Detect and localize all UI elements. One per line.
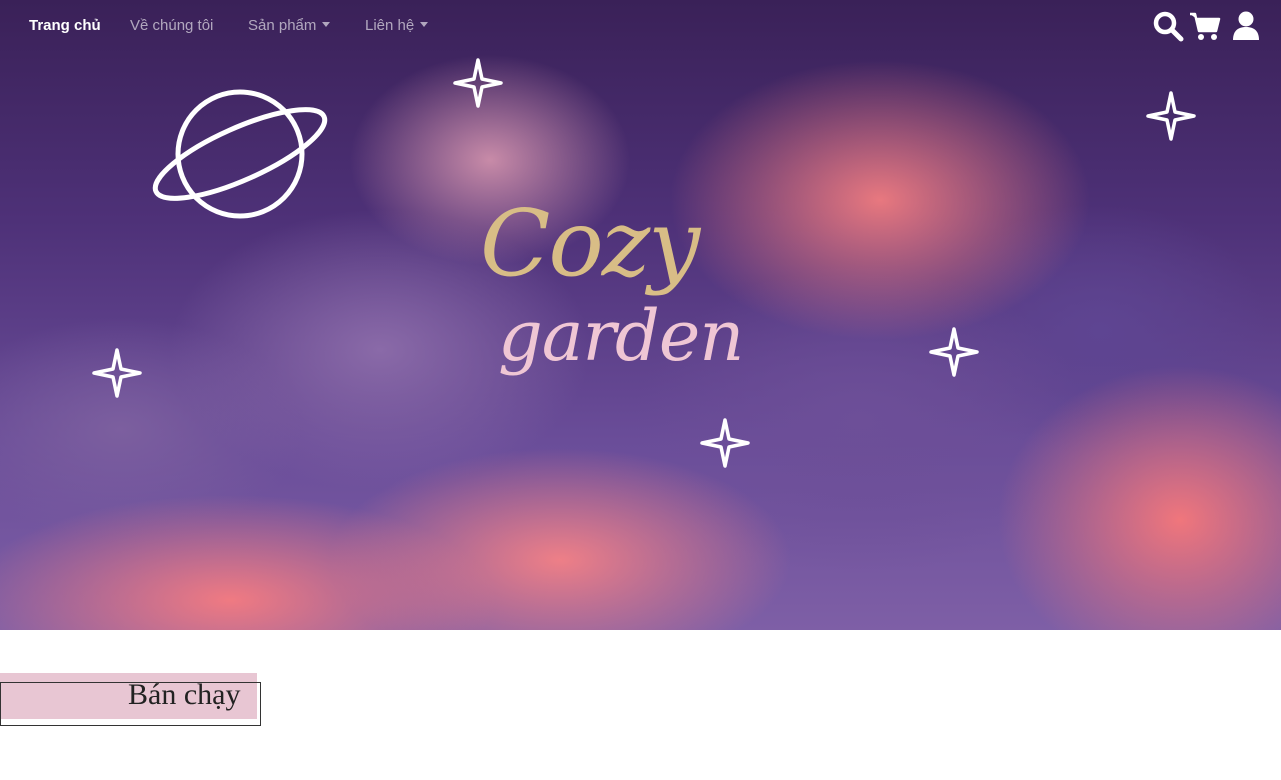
caret-down-icon xyxy=(420,22,429,27)
caret-down-icon xyxy=(322,22,331,27)
nav-item-contact[interactable]: Liên hệ xyxy=(365,17,429,34)
sparkle-icon xyxy=(929,327,979,377)
cart-icon[interactable] xyxy=(1189,10,1221,42)
nav-item-label: Về chúng tôi xyxy=(130,17,214,34)
search-icon[interactable] xyxy=(1152,10,1184,42)
nav-item-label: Sản phẩm xyxy=(248,17,317,34)
sparkle-icon xyxy=(453,58,503,108)
section-title-bestseller: Bán chạy xyxy=(128,678,241,711)
nav-item-home[interactable]: Trang chủ xyxy=(29,17,101,34)
nav-item-about[interactable]: Về chúng tôi xyxy=(130,17,213,34)
nav-item-products[interactable]: Sản phẩm xyxy=(248,17,331,34)
planet-icon xyxy=(152,89,328,219)
sparkle-icon xyxy=(1146,91,1196,141)
hero-banner: Cozy garden Trang chủ Về chúng tôi Sản p… xyxy=(0,0,1281,630)
top-navbar: Trang chủ Về chúng tôi Sản phẩm Liên hệ xyxy=(0,0,1281,52)
nav-item-label: Trang chủ xyxy=(29,17,101,34)
user-icon[interactable] xyxy=(1230,10,1262,42)
nav-item-label: Liên hệ xyxy=(365,17,415,34)
logo-text-cozy: Cozy xyxy=(480,190,700,297)
sparkle-icon xyxy=(92,348,142,398)
logo-text-garden: garden xyxy=(498,295,744,377)
brand-logo: Cozy garden xyxy=(470,190,830,440)
